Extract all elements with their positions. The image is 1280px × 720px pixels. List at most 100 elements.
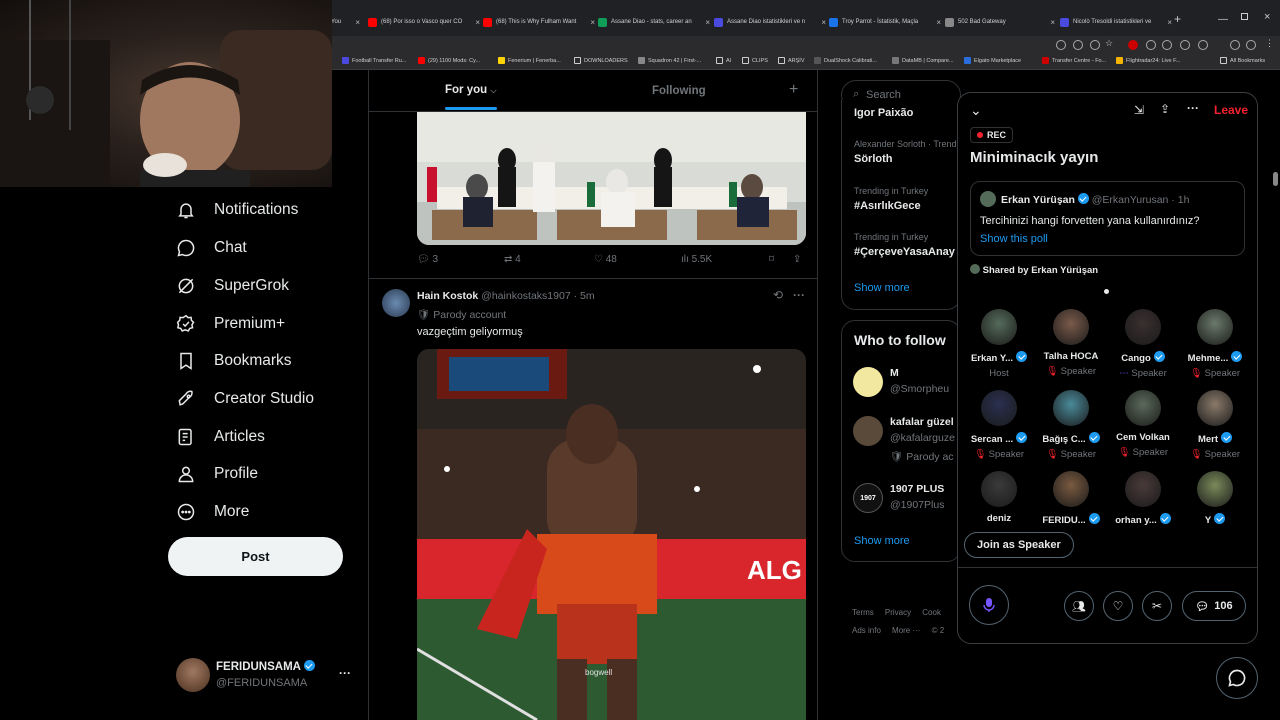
post-button[interactable]: Post: [168, 537, 343, 576]
zoom-icon[interactable]: [1073, 40, 1083, 50]
close-icon[interactable]: ×: [936, 18, 941, 27]
bookmark-tweet-button[interactable]: ⌑: [769, 254, 774, 265]
close-icon[interactable]: ×: [1167, 18, 1172, 27]
tweet-image[interactable]: [417, 112, 806, 245]
follow-name[interactable]: M: [890, 367, 899, 379]
people-button[interactable]: 👥︎: [1064, 591, 1094, 621]
bookmark-item[interactable]: Squadron 42 | First-...: [638, 57, 701, 64]
show-poll-link[interactable]: Show this poll: [980, 233, 1048, 245]
nav-profile[interactable]: Profile: [176, 464, 258, 484]
follow-name[interactable]: kafalar güzel: [890, 416, 954, 428]
close-icon[interactable]: ×: [1050, 18, 1055, 27]
follow-name[interactable]: 1907 PLUS: [890, 483, 944, 495]
retweet-button[interactable]: ⇄ 4: [504, 254, 521, 265]
pinned-post[interactable]: Erkan Yürüşan @ErkanYurusan · 1h Tercihi…: [970, 181, 1245, 256]
add-feed-button[interactable]: +: [789, 81, 798, 99]
tweet-time[interactable]: · 5m: [574, 290, 595, 302]
space-participant[interactable]: Mert 🎙︎ Speaker: [1180, 390, 1250, 460]
join-as-speaker-button[interactable]: Join as Speaker: [964, 532, 1074, 558]
extension-icon[interactable]: [1090, 40, 1100, 50]
bookmark-item[interactable]: Fenerium | Fenerba...: [498, 57, 561, 64]
bookmark-item[interactable]: DataMB | Compare...: [892, 57, 954, 64]
minimize-button[interactable]: —: [1218, 14, 1228, 25]
bookmark-item[interactable]: Elgato Marketplace: [964, 57, 1021, 64]
tweet-author-handle[interactable]: @hainkostaks1907: [481, 290, 570, 302]
footer-link[interactable]: Ads info: [852, 626, 881, 635]
browser-tab[interactable]: (68) This is Why Fulham Want ×: [483, 14, 595, 30]
close-icon[interactable]: ×: [355, 18, 360, 27]
close-icon[interactable]: ×: [821, 18, 826, 27]
avatar[interactable]: [853, 367, 883, 397]
bookmark-item[interactable]: DualShock Calibrati...: [814, 57, 877, 64]
comments-button[interactable]: 💬︎ 106: [1182, 591, 1246, 621]
show-more-link[interactable]: Show more: [854, 535, 910, 547]
space-participant[interactable]: Sercan ... 🎙︎ Speaker: [964, 390, 1034, 460]
floating-chat-button[interactable]: [1216, 657, 1258, 699]
bookmark-item[interactable]: (29) 1100 Mods: Cy...: [418, 57, 480, 64]
maximize-button[interactable]: [1241, 13, 1248, 20]
tab-for-you[interactable]: For you ⌵: [445, 84, 496, 96]
star-icon[interactable]: ☆: [1105, 38, 1115, 48]
leave-button[interactable]: Leave: [1214, 103, 1248, 117]
extension-icon[interactable]: [1146, 40, 1156, 50]
tweet-video[interactable]: ALG bogwell: [417, 349, 806, 720]
avatar[interactable]: [176, 658, 210, 692]
trend-title[interactable]: #AsırlıkGece: [854, 200, 921, 212]
minimize-space-icon[interactable]: ⇲: [1134, 103, 1144, 117]
new-tab-button[interactable]: +: [1174, 12, 1181, 26]
react-button[interactable]: ♡: [1103, 591, 1133, 621]
puzzle-icon[interactable]: [1198, 40, 1208, 50]
browser-tab[interactable]: Nicolò Tresoldi istatistikleri ve ×: [1060, 14, 1172, 30]
space-participant[interactable]: Cango ⋯ Speaker: [1108, 309, 1178, 379]
footer-link[interactable]: Cook: [922, 608, 941, 617]
browser-tab[interactable]: Assane Diao - stats, career an ×: [598, 14, 710, 30]
like-button[interactable]: ♡ 48: [594, 254, 617, 265]
browser-tab[interactable]: 502 Bad Gateway ×: [945, 14, 1055, 30]
trend-title[interactable]: Igor Paixão: [854, 107, 913, 119]
footer-link[interactable]: Privacy: [885, 608, 911, 617]
reply-button[interactable]: 💬︎ 3: [417, 254, 438, 265]
views-button[interactable]: ılı 5.5K: [681, 254, 712, 265]
extension-icon[interactable]: [1180, 40, 1190, 50]
bookmark-folder[interactable]: AI: [716, 57, 731, 64]
bookmark-item[interactable]: Flightradar24: Live F...: [1116, 57, 1180, 64]
trend-title[interactable]: #ÇerçeveYasaAnay: [854, 246, 955, 258]
bookmark-item[interactable]: Transfer Centre - Fo...: [1042, 57, 1106, 64]
footer-link[interactable]: More ···: [892, 626, 920, 635]
nav-more[interactable]: More: [176, 502, 249, 522]
extension-icon[interactable]: [1128, 40, 1138, 50]
extension-icon[interactable]: [1230, 40, 1240, 50]
profile-icon[interactable]: [1246, 40, 1256, 50]
close-window-button[interactable]: ×: [1264, 11, 1270, 23]
all-bookmarks[interactable]: All Bookmarks: [1220, 57, 1265, 64]
space-more-button[interactable]: ···: [1187, 101, 1199, 115]
bookmark-folder[interactable]: CLIPS: [742, 57, 768, 64]
footer-link[interactable]: Terms: [852, 608, 874, 617]
grok-icon[interactable]: ⟲: [773, 288, 783, 302]
space-participant[interactable]: Talha HOCA 🎙︎ Speaker: [1036, 309, 1106, 377]
space-participant[interactable]: Cem Volkan 🎙︎ Speaker: [1108, 390, 1178, 458]
share-button[interactable]: ⇪: [793, 254, 801, 265]
tweet-author-name[interactable]: Hain Kostok: [417, 290, 478, 302]
avatar[interactable]: [853, 416, 883, 446]
space-participant[interactable]: orhan y...: [1108, 471, 1178, 526]
browser-tab[interactable]: Assane Diao istatistikleri ve n ×: [714, 14, 826, 30]
extension-icon[interactable]: [1056, 40, 1066, 50]
microphone-button[interactable]: [969, 585, 1009, 625]
avatar[interactable]: 1907: [853, 483, 883, 513]
nav-supergrok[interactable]: SuperGrok: [176, 276, 289, 296]
menu-icon[interactable]: ⋮: [1265, 38, 1275, 48]
space-participant[interactable]: deniz: [964, 471, 1034, 524]
share-icon[interactable]: ⇪: [1160, 102, 1170, 116]
extension-icon[interactable]: [1162, 40, 1172, 50]
space-participant[interactable]: Erkan Y... Host: [964, 309, 1034, 379]
close-icon[interactable]: ×: [590, 18, 595, 27]
space-participant[interactable]: Y: [1180, 471, 1250, 526]
tweet-more-button[interactable]: ···: [793, 288, 805, 302]
close-icon[interactable]: ×: [705, 18, 710, 27]
tab-following[interactable]: Following: [652, 85, 706, 97]
avatar[interactable]: [382, 289, 410, 317]
space-participant[interactable]: FERIDU...: [1036, 471, 1106, 526]
nav-creator-studio[interactable]: Creator Studio: [176, 389, 314, 409]
browser-tab[interactable]: (68) Por isso o Vasco quer CO ×: [368, 14, 480, 30]
